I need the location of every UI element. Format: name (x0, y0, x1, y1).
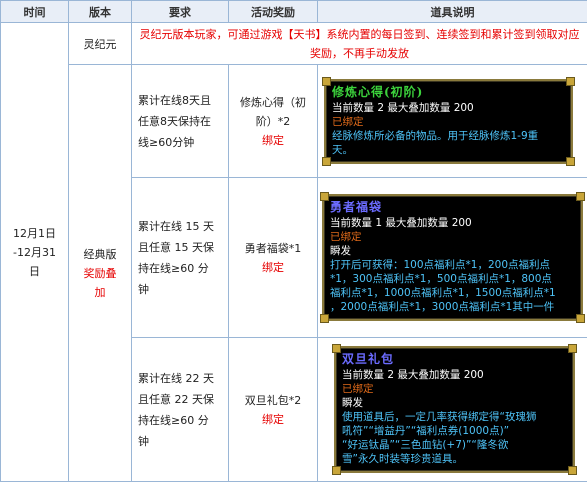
tooltip-desc: 吼符”“增益丹”“福利点券(1000点)” (342, 425, 510, 437)
tooltip-desc: 天。 (332, 143, 353, 156)
requirement-cell: 累计在线 15 天 且任意 15 天保 持在线≥60 分 钟 (131, 177, 229, 338)
requirement-line: 持在线≥60 分 (138, 261, 209, 275)
tooltip-desc: 福利点*1，1000点福利点*1，1500点福利点*1 (330, 287, 556, 299)
reward-name: 勇者福袋*1 (244, 241, 302, 255)
requirement-line: 且任意 22 天保 (138, 392, 214, 406)
requirement-cell: 累计在线 22 天 且任意 22 天保 持在线≥60 分 钟 (131, 337, 229, 482)
reward-cell: 修炼心得（初 阶）*2 绑定 (228, 64, 318, 178)
version-classic-stack: 加 (94, 285, 106, 299)
tooltip-count: 当前数量 2 最大叠加数量 200 (342, 369, 484, 381)
lingjiyuan-notice: 灵纪元版本玩家，可通过游戏【天书】系统内置的每日签到、连续签到和累计签到领取对应… (131, 22, 587, 65)
bind-label: 绑定 (262, 260, 284, 274)
reward-cell: 双旦礼包*2 绑定 (228, 337, 318, 482)
header-item-desc: 道具说明 (317, 0, 587, 23)
reward-cell: 勇者福袋*1 绑定 (228, 177, 318, 338)
time-cell: 12月1日 -12月31 日 (0, 22, 69, 482)
tooltip-desc: 打开后可获得：100点福利点*1，200点福利点 (330, 259, 551, 271)
tooltip-desc: 经脉修炼所必备的物品。用于经脉修炼1-9重 (332, 129, 539, 142)
tooltip-desc: ，2000点福利点*1，3000点福利点*1其中一件 (330, 301, 555, 313)
requirement-line: 且任意 15 天保 (138, 240, 214, 254)
reward-name: 双旦礼包*2 (244, 393, 302, 407)
tooltip-count: 当前数量 2 最大叠加数量 200 (332, 101, 474, 114)
header-row: 时间 版本 要求 活动奖励 道具说明 (0, 0, 587, 23)
version-classic-label: 经典版 (83, 247, 117, 261)
item-tooltip: 双旦礼包 当前数量 2 最大叠加数量 200 已绑定 瞬发 使用道具后，一定几率… (332, 344, 577, 475)
tooltip-desc: *1，300点福利点*1，500点福利点*1，800点 (330, 273, 552, 285)
tooltip-desc: 使用道具后，一定几率获得绑定得“玫瑰狮 (342, 411, 537, 423)
requirement-cell: 累计在线8天且 任意8天保持在 线≥60分钟 (131, 64, 229, 178)
tooltip-status: 已绑定 (332, 115, 364, 128)
table-row: 经典版 奖励叠 加 累计在线8天且 任意8天保持在 线≥60分钟 修炼心得（初 … (1, 64, 587, 482)
item-desc-cell: 修炼心得(初阶) 当前数量 2 最大叠加数量 200 已绑定 经脉修炼所必备的物… (317, 64, 587, 178)
requirement-line: 钟 (138, 282, 149, 296)
requirement-line: 线≥60分钟 (138, 135, 195, 149)
table-row: 12月1日 -12月31 日 灵纪元 灵纪元版本玩家，可通过游戏【天书】系统内置… (0, 22, 587, 482)
version-classic-stack: 奖励叠 (83, 266, 117, 280)
header-time: 时间 (0, 0, 69, 23)
version-classic: 经典版 奖励叠 加 (68, 64, 132, 482)
tooltip-count: 当前数量 1 最大叠加数量 200 (330, 217, 472, 229)
time-line: 日 (29, 264, 40, 278)
tooltip-desc: “好运钛晶”“三色血钻(+7)”“隆冬欲 (342, 439, 509, 451)
version-lingjiyuan: 灵纪元 (68, 22, 132, 65)
header-requirement: 要求 (131, 0, 229, 23)
tooltip-status: 已绑定 (342, 383, 374, 395)
requirement-line: 累计在线8天且 (138, 93, 211, 107)
bind-label: 绑定 (262, 133, 284, 147)
time-line: 12月1日 (13, 226, 56, 240)
item-tooltip: 修炼心得(初阶) 当前数量 2 最大叠加数量 200 已绑定 经脉修炼所必备的物… (322, 76, 575, 166)
requirement-line: 钟 (138, 434, 149, 448)
activity-table: 时间 版本 要求 活动奖励 道具说明 12月1日 -12月31 日 灵纪元 灵纪… (0, 0, 587, 482)
tooltip-title: 勇者福袋 (330, 200, 383, 214)
tooltip-title: 修炼心得(初阶) (332, 84, 424, 99)
tooltip-tag: 瞬发 (330, 245, 351, 257)
tooltip-title: 双旦礼包 (342, 352, 395, 366)
requirement-line: 累计在线 15 天 (138, 219, 214, 233)
item-tooltip: 勇者福袋 当前数量 1 最大叠加数量 200 已绑定 瞬发 打开后可获得：100… (320, 192, 585, 323)
reward-name: 修炼心得（初 (240, 95, 306, 109)
header-reward: 活动奖励 (228, 0, 318, 23)
bind-label: 绑定 (262, 412, 284, 426)
requirement-line: 累计在线 22 天 (138, 371, 214, 385)
header-version: 版本 (68, 0, 132, 23)
item-desc-cell: 双旦礼包 当前数量 2 最大叠加数量 200 已绑定 瞬发 使用道具后，一定几率… (317, 337, 587, 482)
tooltip-tag: 瞬发 (342, 397, 363, 409)
time-line: -12月31 (13, 245, 56, 259)
requirement-line: 任意8天保持在 (138, 114, 211, 128)
reward-name: 阶）*2 (255, 114, 291, 128)
requirement-line: 持在线≥60 分 (138, 413, 209, 427)
tooltip-status: 已绑定 (330, 231, 362, 243)
item-desc-cell: 勇者福袋 当前数量 1 最大叠加数量 200 已绑定 瞬发 打开后可获得：100… (317, 177, 587, 338)
tooltip-desc: 雪”永久时装等珍贵道具。 (342, 453, 463, 465)
